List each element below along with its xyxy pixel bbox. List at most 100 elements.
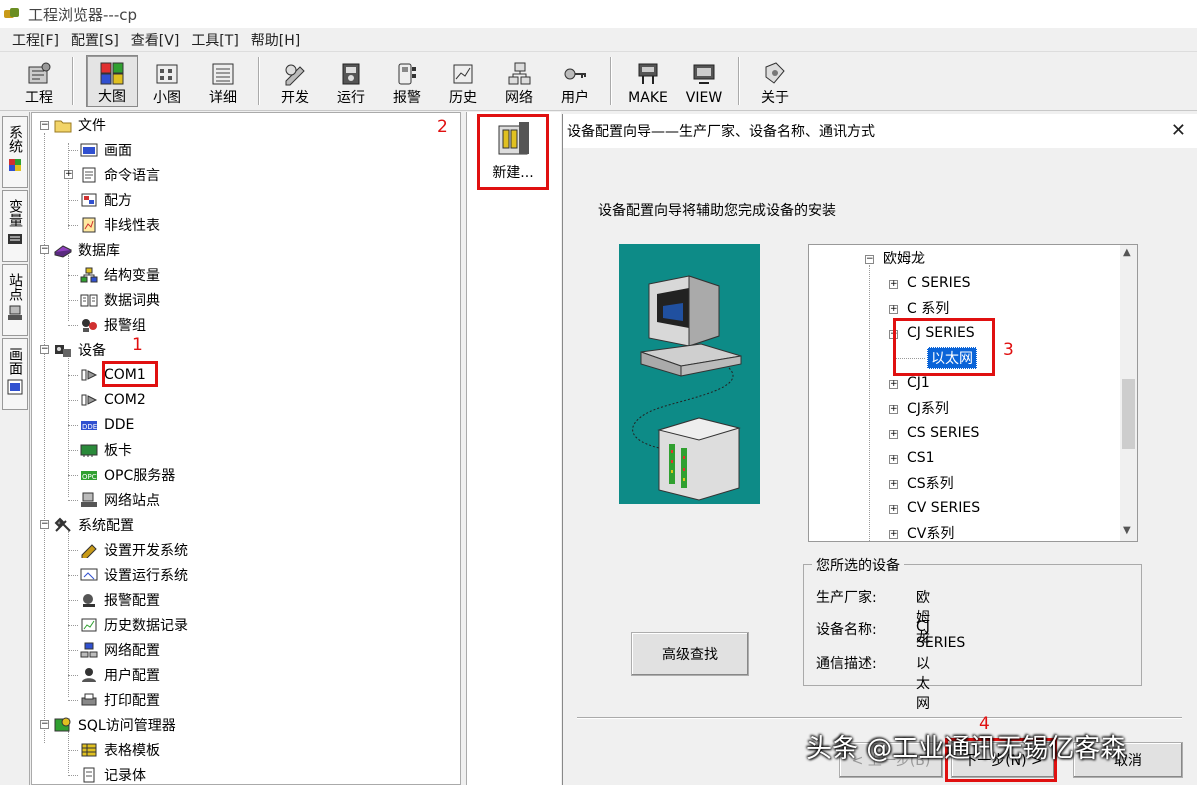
- expand-cj-xilie[interactable]: +: [889, 405, 898, 414]
- step-2-highlight: [477, 114, 549, 190]
- tree-dde[interactable]: DDE DDE: [80, 414, 134, 436]
- large-icons-button[interactable]: 大图: [86, 55, 138, 107]
- expand-c-xilie[interactable]: +: [889, 305, 898, 314]
- tree-database[interactable]: 数据库: [54, 239, 120, 261]
- screen-icon: [80, 143, 98, 157]
- tree-recipe[interactable]: 配方: [80, 189, 132, 211]
- network-button[interactable]: 网络: [496, 55, 542, 107]
- tree-history-log[interactable]: 历史数据记录: [80, 614, 188, 636]
- user-button[interactable]: 用户: [552, 55, 598, 107]
- device-tree-scrollbar[interactable]: ▲ ▼: [1120, 245, 1137, 541]
- board-icon: [80, 444, 98, 457]
- tree-alarm-group[interactable]: 报警组: [80, 314, 146, 336]
- small-icons-icon: [154, 61, 180, 87]
- tab-system[interactable]: 系统: [2, 116, 28, 188]
- expand-cs1[interactable]: +: [889, 455, 898, 464]
- tree-network-config[interactable]: 网络配置: [80, 639, 160, 661]
- about-button[interactable]: 关于: [752, 55, 798, 107]
- collapse-database[interactable]: −: [40, 245, 49, 254]
- scroll-thumb[interactable]: [1122, 379, 1135, 449]
- tree-runtime-setup[interactable]: 设置运行系统: [80, 564, 188, 586]
- view-button[interactable]: VIEW: [680, 55, 728, 107]
- user-icon: [82, 668, 96, 682]
- project-button[interactable]: 工程: [14, 55, 64, 107]
- tree-file[interactable]: 文件: [54, 114, 106, 136]
- collapse-system-config[interactable]: −: [40, 520, 49, 529]
- device-c-series[interactable]: C SERIES: [907, 272, 971, 294]
- tree-screen[interactable]: 画面: [80, 139, 132, 161]
- alarm-button[interactable]: 报警: [384, 55, 430, 107]
- tree-com2[interactable]: COM2: [80, 389, 146, 411]
- expand-command-language[interactable]: +: [64, 170, 73, 179]
- scroll-down-icon[interactable]: ▼: [1123, 525, 1131, 536]
- tab-variables[interactable]: 变量: [2, 190, 28, 262]
- device-cs-series[interactable]: CS SERIES: [907, 422, 979, 444]
- device-omron[interactable]: 欧姆龙: [883, 247, 925, 269]
- collapse-sql-manager[interactable]: −: [40, 720, 49, 729]
- run-button[interactable]: 运行: [328, 55, 374, 107]
- menu-help[interactable]: 帮助[H]: [251, 30, 300, 50]
- device-icon: [55, 345, 71, 357]
- expand-cv-series[interactable]: +: [889, 505, 898, 514]
- menu-tools[interactable]: 工具[T]: [191, 30, 238, 50]
- advanced-search-button[interactable]: 高级查找: [631, 632, 749, 676]
- tree-record[interactable]: 记录体: [80, 764, 146, 784]
- expand-cj1[interactable]: +: [889, 380, 898, 389]
- tree-command-language[interactable]: 命令语言: [80, 164, 160, 186]
- device-cs1[interactable]: CS1: [907, 447, 935, 469]
- expand-cs-series[interactable]: +: [889, 430, 898, 439]
- tree-nonlinear-table[interactable]: 非线性表: [80, 214, 160, 236]
- tree-struct-variables[interactable]: 结构变量: [80, 264, 160, 286]
- device-tree: − 欧姆龙 + C SERIES + C 系列 − CJ SERIES 以太网 …: [808, 244, 1138, 542]
- collapse-omron[interactable]: −: [865, 255, 874, 264]
- menu-view[interactable]: 查看[V]: [131, 30, 180, 50]
- tree-table-template[interactable]: 表格模板: [80, 739, 160, 761]
- tree-sql-manager[interactable]: SQL访问管理器: [54, 714, 176, 736]
- device-cs-xilie[interactable]: CS系列: [907, 472, 954, 494]
- tree-dev-setup[interactable]: 设置开发系统: [80, 539, 188, 561]
- runtime-setup-icon: [80, 568, 98, 581]
- tools-icon: [54, 517, 71, 532]
- device-cv-xilie[interactable]: CV系列: [907, 522, 954, 541]
- tree-system-config[interactable]: 系统配置: [54, 514, 134, 536]
- device-c-xilie[interactable]: C 系列: [907, 297, 949, 319]
- device-cj-xilie[interactable]: CJ系列: [907, 397, 949, 419]
- tree-network-station[interactable]: 网络站点: [80, 489, 160, 511]
- menu-project[interactable]: 工程[F]: [12, 30, 59, 50]
- tree-alarm-config[interactable]: 报警配置: [80, 589, 160, 611]
- develop-button[interactable]: 开发: [272, 55, 318, 107]
- step-1-label: 1: [132, 335, 143, 355]
- tree-print-config[interactable]: 打印配置: [80, 689, 160, 711]
- dictionary-icon: [80, 294, 98, 307]
- small-icons-button[interactable]: 小图: [144, 55, 190, 107]
- expand-cs-xilie[interactable]: +: [889, 480, 898, 489]
- manufacturer-row: 生产厂家: 欧姆龙: [816, 590, 930, 646]
- alarm-icon: [394, 61, 420, 87]
- scroll-up-icon[interactable]: ▲: [1123, 247, 1131, 258]
- tree-device[interactable]: 设备: [54, 339, 106, 361]
- record-icon: [83, 767, 95, 783]
- menu-config[interactable]: 配置[S]: [71, 30, 119, 50]
- tree-user-config[interactable]: 用户配置: [80, 664, 160, 686]
- make-button[interactable]: MAKE: [622, 55, 674, 107]
- expand-c-series[interactable]: +: [889, 280, 898, 289]
- collapse-device[interactable]: −: [40, 345, 49, 354]
- device-cv-series[interactable]: CV SERIES: [907, 497, 980, 519]
- collapse-file[interactable]: −: [40, 121, 49, 130]
- close-icon[interactable]: ✕: [1171, 120, 1186, 141]
- history-button[interactable]: 历史: [440, 55, 486, 107]
- tree-data-dictionary[interactable]: 数据词典: [80, 289, 160, 311]
- step-3-label: 3: [1003, 340, 1014, 360]
- detail-view-button[interactable]: 详细: [198, 55, 248, 107]
- svg-text:DDE: DDE: [82, 423, 97, 431]
- tab-screens[interactable]: 画面: [2, 338, 28, 410]
- tree-board[interactable]: 板卡: [80, 439, 132, 461]
- com-port-icon: [81, 394, 98, 406]
- tree-opc-server[interactable]: OPC OPC服务器: [80, 464, 175, 486]
- expand-cv-xilie[interactable]: +: [889, 530, 898, 539]
- toolbar: 工程 大图 小图 详细 开发 运行 报警 历史 网络 用户 MAKE VIEW …: [0, 53, 1197, 111]
- selected-device-group: 您所选的设备 生产厂家: 欧姆龙 设备名称: CJ SERIES 通信描述: 以…: [803, 555, 1142, 712]
- com-port-icon: [81, 369, 98, 381]
- tab-stations[interactable]: 站点: [2, 264, 28, 336]
- develop-icon: [282, 61, 308, 87]
